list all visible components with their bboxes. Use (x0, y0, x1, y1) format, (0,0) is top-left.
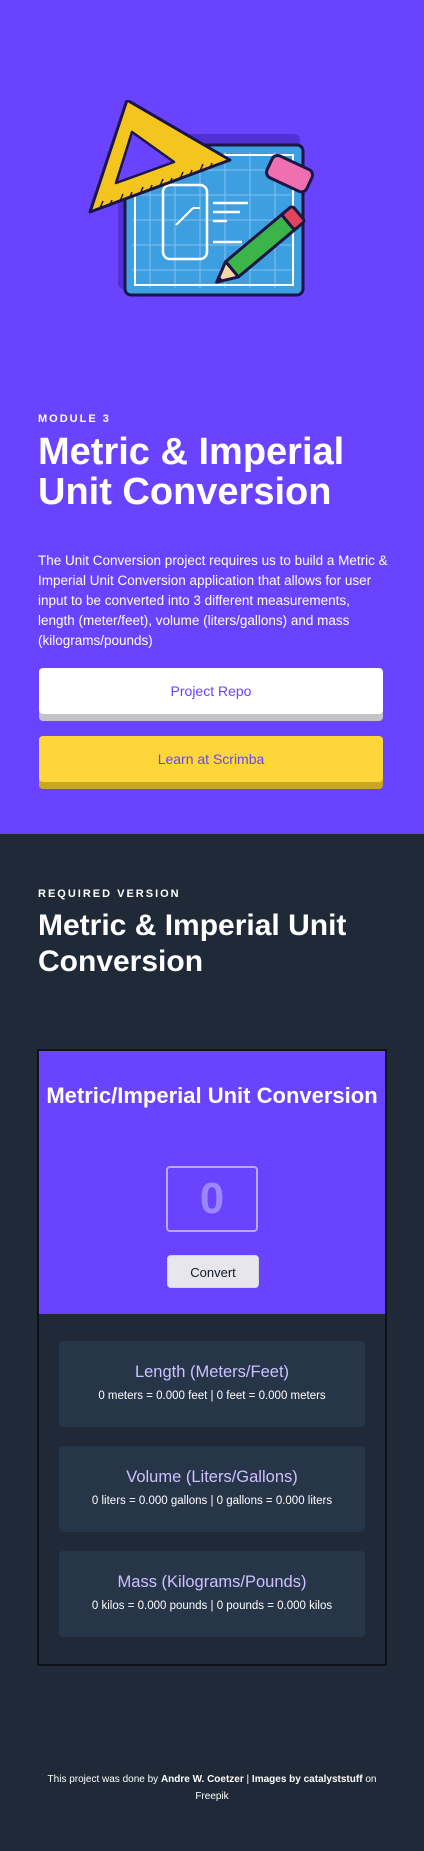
required-title: Metric & Imperial Unit Conversion (38, 909, 347, 978)
hero-section: MODULE 3 Metric & Imperial Unit Conversi… (0, 0, 424, 834)
project-repo-button[interactable]: Project Repo (39, 668, 383, 714)
card-title: Length (Meters/Feet) (134, 1363, 290, 1381)
card-title: Volume (Liters/Gallons) (126, 1468, 298, 1486)
mass-card: Mass (Kilograms/Pounds) 0 kilos = 0.000 … (59, 1551, 365, 1637)
hero-description: The Unit Conversion project requires us … (38, 553, 388, 648)
volume-card: Volume (Liters/Gallons) 0 liters = 0.000… (59, 1446, 365, 1532)
convert-button[interactable]: Convert (167, 1255, 259, 1288)
converter-header: Metric/Imperial Unit Conversion 0 Conver… (39, 1051, 385, 1314)
footer-author[interactable]: Andre W. Coetzer (161, 1774, 244, 1785)
footer-prefix: This project was done by (47, 1774, 159, 1785)
number-input[interactable]: 0 (166, 1166, 258, 1232)
hero-title: Metric & Imperial Unit Conversion (38, 431, 345, 513)
card-result: 0 liters = 0.000 gallons | 0 gallons = 0… (91, 1495, 333, 1507)
footer-separator: | (246, 1774, 250, 1785)
card-result: 0 kilos = 0.000 pounds | 0 pounds = 0.00… (91, 1600, 333, 1612)
module-kicker: MODULE 3 (38, 413, 111, 425)
unit-converter-app: Metric/Imperial Unit Conversion 0 Conver… (37, 1049, 387, 1666)
learn-at-scrimba-button[interactable]: Learn at Scrimba (39, 736, 383, 782)
converter-title: Metric/Imperial Unit Conversion (46, 1083, 378, 1108)
blueprint-illustration (88, 100, 315, 297)
length-card: Length (Meters/Feet) 0 meters = 0.000 fe… (59, 1341, 365, 1427)
footer-credits: This project was done by Andre W. Coetze… (0, 1771, 424, 1805)
footer-on: on (365, 1774, 377, 1785)
footer-source[interactable]: Freepik (195, 1791, 228, 1802)
required-version-section: REQUIRED VERSION Metric & Imperial Unit … (0, 834, 424, 1851)
card-result: 0 meters = 0.000 feet | 0 feet = 0.000 m… (98, 1390, 326, 1402)
card-title: Mass (Kilograms/Pounds) (117, 1573, 307, 1591)
required-kicker: REQUIRED VERSION (38, 888, 181, 900)
footer-images-credit[interactable]: Images by catalyststuff (252, 1774, 363, 1785)
